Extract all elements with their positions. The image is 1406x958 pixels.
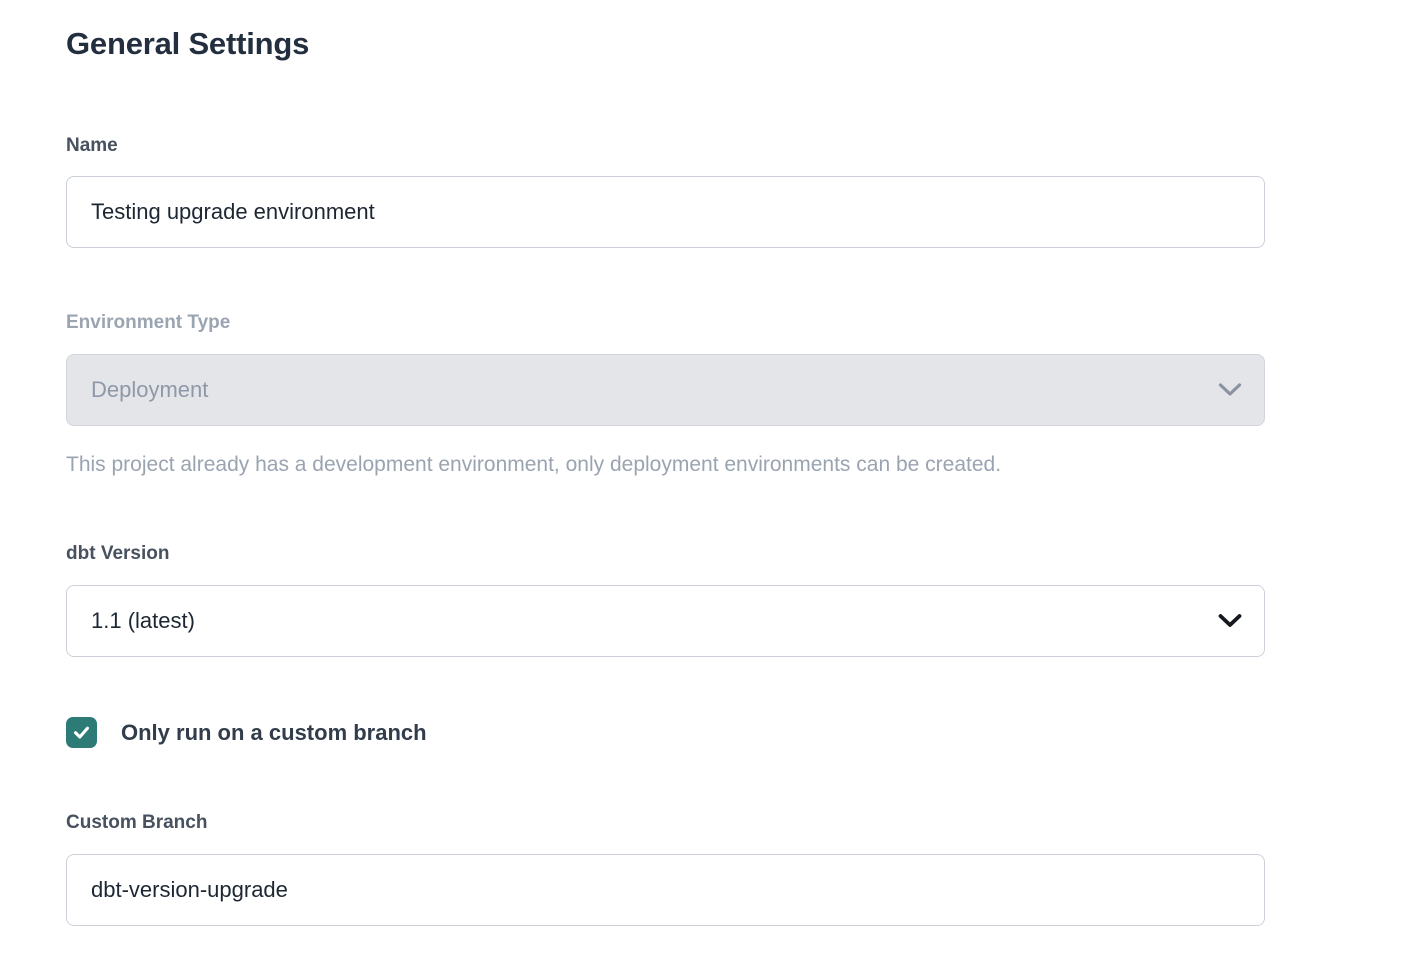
name-label: Name [66,135,1265,158]
dbt-version-label: dbt Version [66,543,1265,566]
general-settings-panel: General Settings Name Environment Type D… [0,0,1265,926]
custom-branch-checkbox[interactable] [66,717,97,748]
dbt-version-select[interactable]: 1.1 (latest) [66,585,1265,657]
custom-branch-label: Custom Branch [66,812,1265,835]
environment-type-label: Environment Type [66,312,1265,335]
environment-type-value: Deployment [91,377,1204,403]
chevron-down-icon [1218,383,1242,398]
name-input[interactable] [66,176,1265,248]
custom-branch-checkbox-label[interactable]: Only run on a custom branch [121,720,427,746]
checkmark-icon [72,723,91,742]
custom-branch-checkbox-row: Only run on a custom branch [66,717,1265,748]
page-title: General Settings [66,28,1265,61]
custom-branch-input[interactable] [66,854,1265,926]
dbt-version-value: 1.1 (latest) [91,608,1204,634]
environment-type-select: Deployment [66,354,1265,426]
environment-type-helper-text: This project already has a development e… [66,452,1265,477]
chevron-down-icon [1218,614,1242,629]
